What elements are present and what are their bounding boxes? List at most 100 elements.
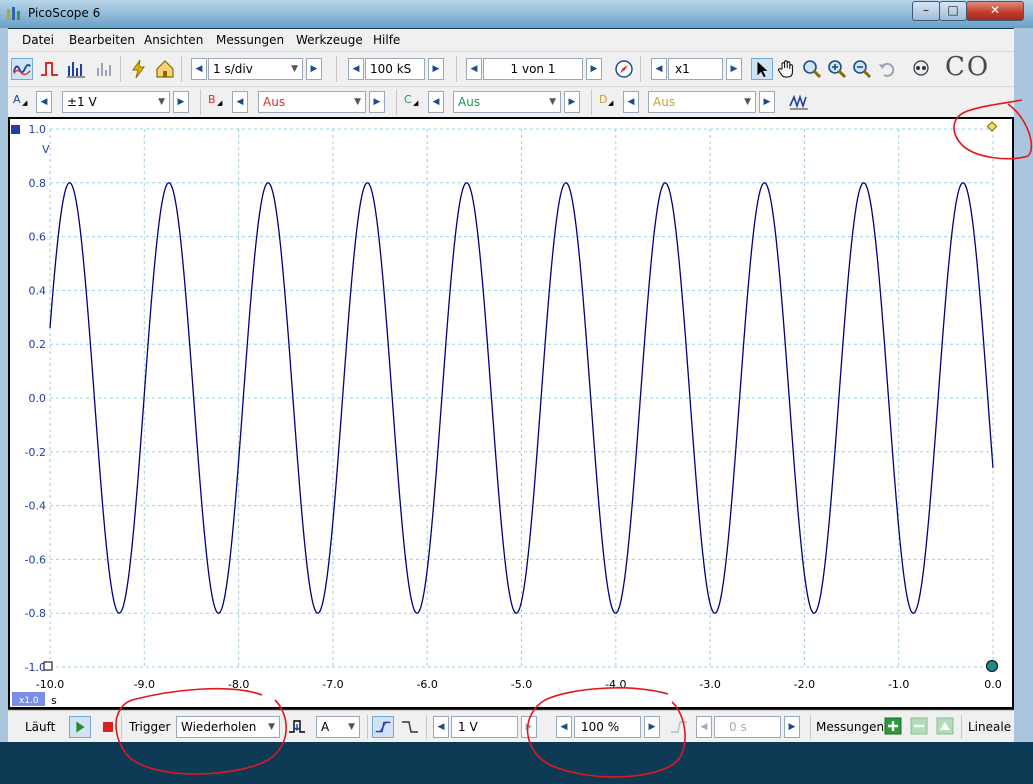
x-tick-label: -10.0	[36, 678, 64, 691]
menu-werkzeuge[interactable]: Werkzeuge	[296, 33, 363, 47]
trigger-label: Trigger	[129, 720, 171, 734]
delete-measurement-icon[interactable]	[910, 717, 928, 735]
channel-d-range-decrease-button[interactable]: ◀	[623, 91, 639, 113]
hand-tool-icon[interactable]	[776, 58, 798, 80]
maximize-button[interactable]: □	[939, 1, 967, 21]
channel-a-range-increase-button[interactable]: ▶	[173, 91, 189, 113]
channel-c-options-icon[interactable]: ◢	[413, 99, 418, 107]
threshold-increase-button[interactable]: ▶	[521, 716, 537, 738]
pretrigger-field[interactable]: 100 %	[574, 716, 641, 738]
timebase-increase-button[interactable]: ▶	[306, 58, 322, 80]
pointer-tool-icon[interactable]	[751, 58, 773, 80]
samples-select[interactable]: 100 kS	[365, 58, 425, 80]
channel-c-range-increase-button[interactable]: ▶	[564, 91, 580, 113]
close-button[interactable]: ✕	[966, 1, 1024, 21]
spectrum-persistence-icon[interactable]	[94, 58, 116, 80]
menu-ansichten[interactable]: Ansichten	[144, 33, 203, 47]
buffer-previous-button[interactable]: ◀	[466, 58, 482, 80]
title-bar[interactable]: PicoScope 6 – □ ✕	[0, 0, 1033, 28]
delay-increase-button[interactable]: ▶	[784, 716, 800, 738]
add-measurement-icon[interactable]	[884, 717, 902, 735]
menu-datei[interactable]: Datei	[22, 33, 54, 47]
zoom-factor-field[interactable]: x1	[668, 58, 723, 80]
rising-edge-icon[interactable]	[372, 716, 394, 738]
persistence-mode-icon[interactable]	[39, 58, 61, 80]
channel-a-options-icon[interactable]: ◢	[22, 99, 27, 107]
zoom-overview-icon[interactable]	[910, 58, 932, 80]
channel-b-range-decrease-button[interactable]: ◀	[232, 91, 248, 113]
toolbar-separator	[640, 56, 641, 82]
zoom-in-icon[interactable]	[826, 58, 848, 80]
buffer-field[interactable]: 1 von 1	[483, 58, 583, 80]
menu-bearbeiten[interactable]: Bearbeiten	[69, 33, 135, 47]
channel-a-range-value: ±1 V	[67, 95, 97, 109]
scope-plot[interactable]: -10.0 -9.0 -8.0 -7.0 -6.0 -5.0 -4.0 -3.0 -2.0 -1.…	[10, 119, 1012, 707]
ruler-handle-left[interactable]	[43, 661, 53, 671]
zoom-decrease-button[interactable]: ◀	[651, 58, 667, 80]
channel-a-range-select[interactable]: ±1 V ▼	[62, 91, 170, 113]
channel-d-range-increase-button[interactable]: ▶	[759, 91, 775, 113]
desktop-background	[0, 742, 1033, 784]
samples-increase-button[interactable]: ▶	[428, 58, 444, 80]
y-axis-unit: V	[42, 143, 50, 156]
undo-zoom-icon[interactable]	[876, 58, 898, 80]
channel-c-range-select[interactable]: Aus ▼	[453, 91, 561, 113]
channel-a-axis-marker[interactable]	[11, 125, 20, 134]
default-setup-icon[interactable]	[154, 58, 176, 80]
chevron-down-icon: ▼	[348, 722, 355, 732]
falling-edge-icon[interactable]	[399, 716, 421, 738]
zoom-marquee-icon[interactable]	[801, 58, 823, 80]
y-tick-label: 1.0	[29, 123, 47, 136]
scope-mode-icon[interactable]	[11, 58, 33, 80]
navigator-compass-icon[interactable]	[613, 58, 635, 80]
window-title: PicoScope 6	[28, 6, 101, 20]
trigger-mode-select[interactable]: Wiederholen ▼	[176, 716, 280, 738]
auto-setup-icon[interactable]	[128, 58, 150, 80]
channel-a-range-decrease-button[interactable]: ◀	[36, 91, 52, 113]
trigger-level-diamond-icon[interactable]	[986, 121, 998, 132]
y-tick-label: 0.2	[29, 338, 47, 351]
channel-b-range-select[interactable]: Aus ▼	[258, 91, 366, 113]
minimize-button[interactable]: –	[912, 1, 940, 21]
channel-b-label[interactable]: B	[208, 93, 216, 106]
buffer-next-button[interactable]: ▶	[586, 58, 602, 80]
channel-b-options-icon[interactable]: ◢	[217, 99, 222, 107]
zoom-out-icon[interactable]	[851, 58, 873, 80]
channel-d-label[interactable]: D	[599, 93, 607, 106]
advanced-trigger-icon[interactable]	[286, 716, 308, 738]
toolbar-separator	[961, 715, 962, 739]
signal-generator-icon[interactable]	[788, 91, 810, 113]
channel-d-options-icon[interactable]: ◢	[608, 99, 613, 107]
channel-c-label[interactable]: C	[404, 93, 412, 106]
trigger-delay-icon[interactable]	[668, 716, 690, 738]
menu-bar: Datei Bearbeiten Ansichten Messungen Wer…	[8, 29, 1014, 51]
threshold-decrease-button[interactable]: ◀	[433, 716, 449, 738]
menu-hilfe[interactable]: Hilfe	[373, 33, 400, 47]
x-axis-unit: s	[51, 694, 57, 707]
spectrum-mode-icon[interactable]	[65, 58, 87, 80]
timebase-select[interactable]: 1 s/div ▼	[208, 58, 303, 80]
x-tick-label: -5.0	[511, 678, 532, 691]
pretrigger-decrease-button[interactable]: ◀	[556, 716, 572, 738]
pretrigger-value: 100 %	[581, 720, 620, 734]
delay-decrease-button[interactable]: ◀	[696, 716, 712, 738]
pretrigger-increase-button[interactable]: ▶	[644, 716, 660, 738]
x-tick-label: -1.0	[888, 678, 909, 691]
samples-decrease-button[interactable]: ◀	[348, 58, 364, 80]
rulers-label: Lineale	[968, 720, 1012, 734]
channel-b-range-increase-button[interactable]: ▶	[369, 91, 385, 113]
stop-button[interactable]	[97, 716, 119, 738]
menu-messungen[interactable]: Messungen	[216, 33, 284, 47]
timebase-decrease-button[interactable]: ◀	[191, 58, 207, 80]
trigger-source-select[interactable]: A ▼	[316, 716, 360, 738]
edit-measurement-icon[interactable]	[936, 717, 954, 735]
channel-d-range-select[interactable]: Aus ▼	[648, 91, 756, 113]
threshold-field[interactable]: 1 V	[451, 716, 518, 738]
scope-view[interactable]: -10.0 -9.0 -8.0 -7.0 -6.0 -5.0 -4.0 -3.0 -2.0 -1.…	[8, 117, 1014, 709]
delay-field[interactable]: 0 s	[714, 716, 781, 738]
zoom-increase-button[interactable]: ▶	[726, 58, 742, 80]
start-button[interactable]	[69, 716, 91, 738]
channel-a-label[interactable]: A	[13, 93, 21, 106]
trigger-position-marker[interactable]	[986, 660, 998, 672]
channel-c-range-decrease-button[interactable]: ◀	[428, 91, 444, 113]
